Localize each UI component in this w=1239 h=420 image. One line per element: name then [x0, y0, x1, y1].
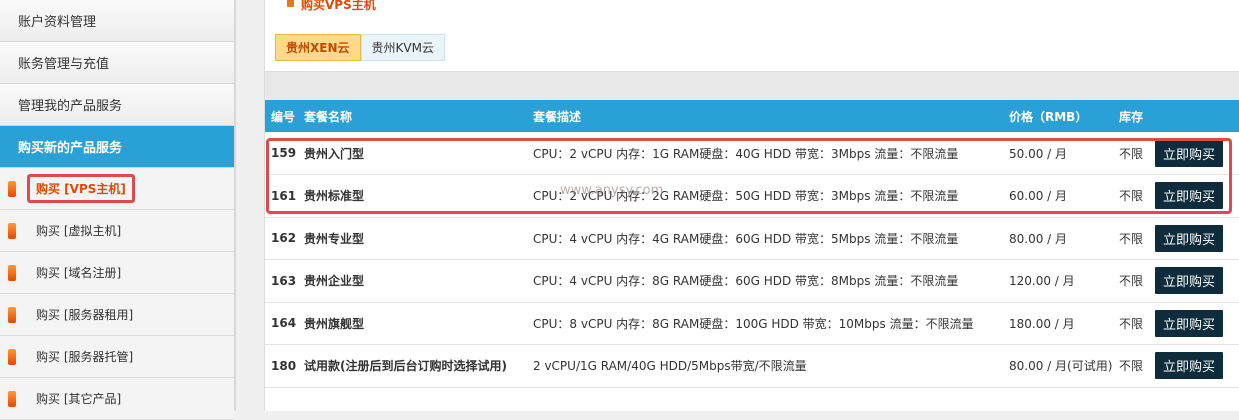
buy-now-button[interactable]: 立即购买	[1155, 224, 1224, 252]
sidebar: 账户资料管理 账务管理与充值 管理我的产品服务 购买新的产品服务 购买 [VPS…	[0, 0, 236, 420]
plan-stock: 不限	[1113, 174, 1149, 218]
plan-action-cell: 立即购买	[1149, 259, 1239, 303]
sidebar-item-buy-server-rental[interactable]: 购买 [服务器租用]	[0, 294, 234, 336]
plan-stock: 不限	[1113, 302, 1149, 345]
sidebar-item-label: 购买 [其它产品]	[36, 392, 122, 406]
nav-manage-products[interactable]: 管理我的产品服务	[0, 84, 234, 126]
divider-band	[265, 72, 1239, 100]
table-row: 164 贵州旗舰型 CPU：8 vCPU 内存：8G RAM硬盘：100G HD…	[265, 302, 1239, 345]
sidebar-item-buy-vps[interactable]: 购买 [VPS主机]	[0, 168, 234, 210]
header-price: 价格（RMB）	[1003, 100, 1113, 132]
nav-billing[interactable]: 账务管理与充值	[0, 42, 234, 84]
plan-id: 162	[265, 217, 298, 260]
sidebar-item-label: 购买 [VPS主机]	[27, 174, 135, 203]
buy-now-button[interactable]: 立即购买	[1155, 139, 1224, 167]
sidebar-item-buy-domain[interactable]: 购买 [域名注册]	[0, 252, 234, 294]
plan-id: 161	[265, 174, 298, 218]
plan-action-cell: 立即购买	[1149, 132, 1239, 175]
nav-account-profile[interactable]: 账户资料管理	[0, 0, 234, 42]
plan-price: 80.00 / 月(可试用)	[1003, 344, 1113, 388]
tab-guizhou-kvm[interactable]: 贵州KVM云	[360, 34, 445, 61]
header-name: 套餐名称	[298, 100, 527, 132]
plan-desc: CPU：4 vCPU 内存：4G RAM硬盘：60G HDD 带宽：5Mbps …	[527, 217, 1003, 260]
plan-name: 贵州企业型	[298, 259, 527, 303]
sidebar-item-buy-colocation[interactable]: 购买 [服务器托管]	[0, 336, 234, 378]
sidebar-item-buy-hosting[interactable]: 购买 [虚拟主机]	[0, 210, 234, 252]
tab-guizhou-xen[interactable]: 贵州XEN云	[275, 34, 361, 61]
table-row: 163 贵州企业型 CPU：4 vCPU 内存：8G RAM硬盘：60G HDD…	[265, 259, 1239, 303]
section-icon	[287, 0, 294, 7]
buy-now-button[interactable]: 立即购买	[1155, 309, 1224, 337]
plan-action-cell: 立即购买	[1149, 174, 1239, 218]
plan-price: 180.00 / 月	[1003, 302, 1113, 345]
plan-name: 贵州旗舰型	[298, 302, 527, 345]
bullet-icon	[8, 348, 16, 365]
plan-action-cell: 立即购买	[1149, 302, 1239, 345]
plan-action-cell: 立即购买	[1149, 344, 1239, 388]
plan-price: 120.00 / 月	[1003, 259, 1113, 303]
buy-now-button[interactable]: 立即购买	[1155, 267, 1224, 295]
plan-desc: CPU：2 vCPU 内存：2G RAM硬盘：50G HDD 带宽：3Mbps …	[527, 174, 1003, 218]
nav-buy-products[interactable]: 购买新的产品服务	[0, 126, 234, 168]
table-row: 159 贵州入门型 CPU：2 vCPU 内存：1G RAM硬盘：40G HDD…	[265, 132, 1239, 175]
sidebar-item-label: 购买 [服务器托管]	[36, 350, 134, 364]
plan-desc: 2 vCPU/1G RAM/40G HDD/5Mbps带宽/不限流量	[527, 344, 1003, 388]
plan-desc: CPU：4 vCPU 内存：8G RAM硬盘：60G HDD 带宽：8Mbps …	[527, 259, 1003, 303]
plans-table: 编号 套餐名称 套餐描述 价格（RMB） 库存 159 贵州入门型 CPU：2 …	[265, 100, 1239, 388]
plan-id: 163	[265, 259, 298, 303]
plan-name: 贵州标准型	[298, 174, 527, 218]
bullet-icon	[8, 264, 16, 281]
header-stock: 库存	[1113, 100, 1149, 132]
plan-action-cell: 立即购买	[1149, 217, 1239, 260]
main-content: 购买VPS主机 贵州XEN云 贵州KVM云 编号 套餐名称 套餐描述 价格（RM…	[264, 0, 1239, 411]
sidebar-item-label: 购买 [域名注册]	[36, 266, 122, 280]
plan-id: 164	[265, 302, 298, 345]
plan-price: 80.00 / 月	[1003, 217, 1113, 260]
plan-id: 159	[265, 132, 298, 175]
header-desc: 套餐描述	[527, 100, 1003, 132]
bullet-icon	[8, 306, 16, 323]
plan-price: 50.00 / 月	[1003, 132, 1113, 175]
table-row: 180 试用款(注册后到后台订购时选择试用) 2 vCPU/1G RAM/40G…	[265, 344, 1239, 388]
bullet-icon	[8, 180, 16, 197]
header-id: 编号	[265, 100, 298, 132]
section-title-text: 购买VPS主机	[301, 0, 376, 12]
bullet-icon	[8, 222, 16, 239]
plan-stock: 不限	[1113, 132, 1149, 175]
section-title: 购买VPS主机	[265, 0, 1239, 16]
sidebar-item-label: 购买 [虚拟主机]	[36, 224, 122, 238]
table-header-row: 编号 套餐名称 套餐描述 价格（RMB） 库存	[265, 100, 1239, 132]
plan-id: 180	[265, 344, 298, 388]
buy-now-button[interactable]: 立即购买	[1155, 352, 1224, 380]
header-action	[1149, 100, 1239, 132]
plan-name: 贵州入门型	[298, 132, 527, 175]
sidebar-item-buy-other[interactable]: 购买 [其它产品]	[0, 378, 234, 420]
tab-bar: 贵州XEN云 贵州KVM云	[265, 16, 1239, 72]
plan-name: 贵州专业型	[298, 217, 527, 260]
plan-desc: CPU：8 vCPU 内存：8G RAM硬盘：100G HDD 带宽：10Mbp…	[527, 302, 1003, 345]
plan-name: 试用款(注册后到后台订购时选择试用)	[298, 344, 527, 388]
plan-price: 60.00 / 月	[1003, 174, 1113, 218]
plan-desc: CPU：2 vCPU 内存：1G RAM硬盘：40G HDD 带宽：3Mbps …	[527, 132, 1003, 175]
plan-stock: 不限	[1113, 217, 1149, 260]
bullet-icon	[8, 390, 16, 407]
nav-label: 账务管理与充值	[18, 57, 110, 72]
table-row: 162 贵州专业型 CPU：4 vCPU 内存：4G RAM硬盘：60G HDD…	[265, 217, 1239, 260]
nav-label: 管理我的产品服务	[18, 99, 123, 114]
table-row: 161 贵州标准型 CPU：2 vCPU 内存：2G RAM硬盘：50G HDD…	[265, 174, 1239, 218]
plan-stock: 不限	[1113, 344, 1149, 388]
plan-stock: 不限	[1113, 259, 1149, 303]
buy-now-button[interactable]: 立即购买	[1155, 182, 1224, 210]
nav-label: 账户资料管理	[18, 15, 97, 30]
nav-label: 购买新的产品服务	[18, 141, 123, 156]
sidebar-item-label: 购买 [服务器租用]	[36, 308, 134, 322]
